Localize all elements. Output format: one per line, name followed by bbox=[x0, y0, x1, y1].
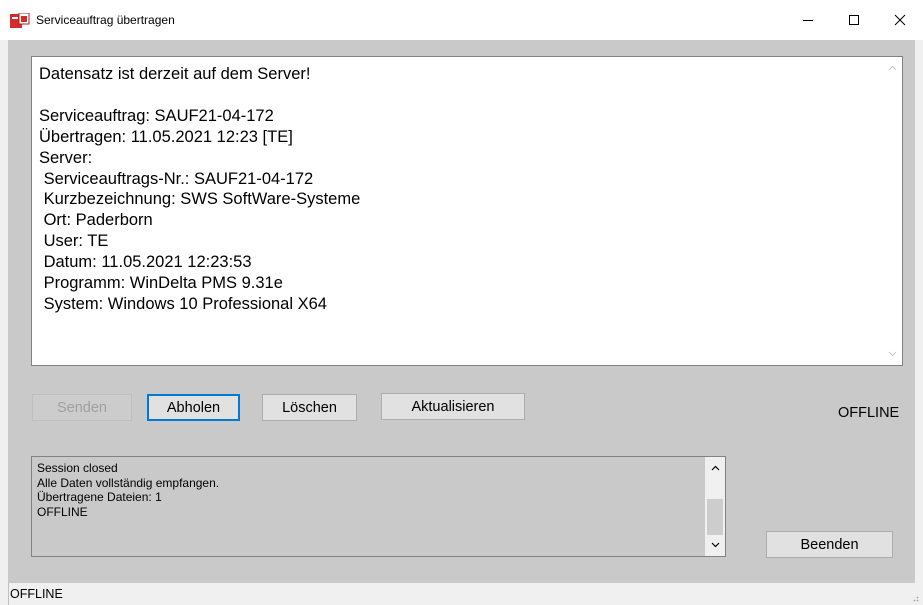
chevron-up-icon bbox=[888, 65, 896, 71]
server-info-scrollbar[interactable] bbox=[882, 57, 902, 365]
scroll-down-arrow[interactable] bbox=[882, 345, 902, 363]
fetch-button[interactable]: Abholen bbox=[147, 394, 240, 421]
delete-button[interactable]: Löschen bbox=[262, 394, 357, 421]
scroll-up-arrow[interactable] bbox=[882, 59, 902, 77]
close-button[interactable] bbox=[877, 0, 923, 40]
log-textbox[interactable]: Session closed Alle Daten vollständig em… bbox=[31, 456, 726, 557]
close-icon bbox=[894, 14, 906, 26]
log-scrollbar[interactable] bbox=[705, 457, 725, 556]
log-scroll-down-arrow[interactable] bbox=[705, 536, 725, 554]
maximize-icon bbox=[849, 15, 859, 25]
minimize-icon bbox=[803, 20, 813, 21]
log-scroll-up-arrow[interactable] bbox=[705, 459, 725, 477]
exit-button[interactable]: Beenden bbox=[766, 531, 893, 558]
chevron-up-icon bbox=[711, 465, 719, 471]
status-bar: OFFLINE bbox=[0, 583, 923, 605]
refresh-button[interactable]: Aktualisieren bbox=[381, 393, 525, 420]
chevron-down-icon bbox=[711, 542, 719, 548]
log-scroll-thumb[interactable] bbox=[707, 499, 723, 535]
status-bar-text: OFFLINE bbox=[10, 587, 63, 601]
dialog-window: Serviceauftrag übertragen Datensatz ist … bbox=[0, 0, 923, 605]
connection-status: OFFLINE bbox=[838, 405, 900, 421]
minimize-button[interactable] bbox=[785, 0, 831, 40]
resize-grip-icon[interactable] bbox=[909, 592, 919, 602]
app-icon bbox=[10, 12, 30, 29]
server-info-text: Datensatz ist derzeit auf dem Server! Se… bbox=[39, 65, 361, 313]
title-bar[interactable]: Serviceauftrag übertragen bbox=[0, 0, 923, 40]
server-info-textbox[interactable]: Datensatz ist derzeit auf dem Server! Se… bbox=[31, 56, 903, 366]
window-title: Serviceauftrag übertragen bbox=[36, 13, 175, 27]
chevron-down-icon bbox=[888, 351, 896, 357]
send-button[interactable]: Senden bbox=[32, 394, 132, 421]
log-text: Session closed Alle Daten vollständig em… bbox=[37, 461, 220, 519]
status-bar-divider bbox=[8, 583, 9, 605]
maximize-button[interactable] bbox=[831, 0, 877, 40]
